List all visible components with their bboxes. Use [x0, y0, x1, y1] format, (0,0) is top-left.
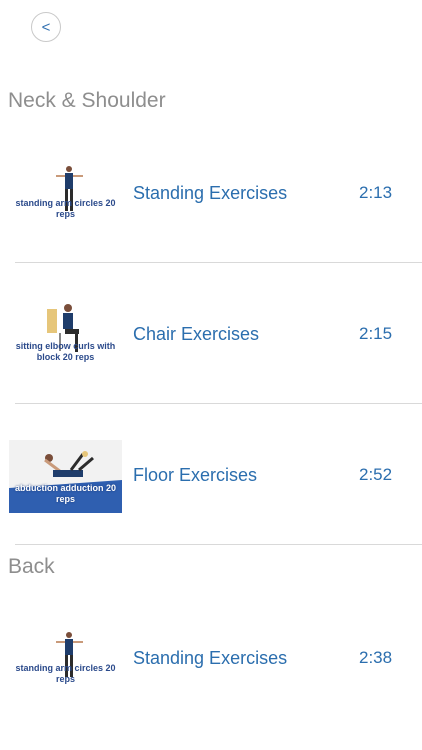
exercise-duration: 2:13 — [359, 183, 393, 202]
exercise-row-standing-back[interactable]: standing arm circles 20 reps Standing Ex… — [0, 588, 422, 728]
exercise-title: Standing Exercises — [133, 648, 288, 668]
exercise-duration: 2:15 — [359, 324, 393, 343]
thumbnail-caption: standing arm circles 20 reps — [15, 198, 116, 219]
exercise-thumbnail: standing arm circles 20 reps — [9, 625, 122, 698]
exercise-title: Chair Exercises — [133, 324, 260, 344]
exercise-duration: 2:38 — [359, 648, 393, 667]
exercise-title: Standing Exercises — [133, 183, 288, 203]
exercise-title: Floor Exercises — [133, 465, 258, 485]
exercise-row-standing[interactable]: standing arm circles 20 reps Standing Ex… — [0, 122, 422, 262]
exercise-thumbnail: sitting elbow curls with block 20 reps — [9, 299, 122, 372]
thumbnail-caption: abduction adduction 20 reps — [14, 483, 116, 504]
exercise-thumbnail: abduction adduction 20 reps — [9, 440, 122, 513]
section-title-back: Back — [8, 555, 55, 578]
back-button[interactable]: < — [31, 12, 61, 42]
thumbnail-caption: sitting elbow curls with block 20 reps — [15, 341, 116, 362]
exercise-row-floor[interactable]: abduction adduction 20 reps Floor Exerci… — [0, 404, 422, 544]
section-title-neck-shoulder: Neck & Shoulder — [8, 89, 166, 112]
thumbnail-caption: standing arm circles 20 reps — [15, 663, 116, 684]
standing-figure-icon — [9, 159, 122, 232]
chevron-left-icon: < — [41, 18, 51, 36]
exercise-thumbnail: standing arm circles 20 reps — [9, 159, 122, 232]
standing-figure-icon — [9, 625, 122, 698]
section-divider — [15, 544, 422, 545]
exercise-duration: 2:52 — [359, 465, 393, 484]
exercise-row-chair[interactable]: sitting elbow curls with block 20 reps C… — [0, 263, 422, 403]
